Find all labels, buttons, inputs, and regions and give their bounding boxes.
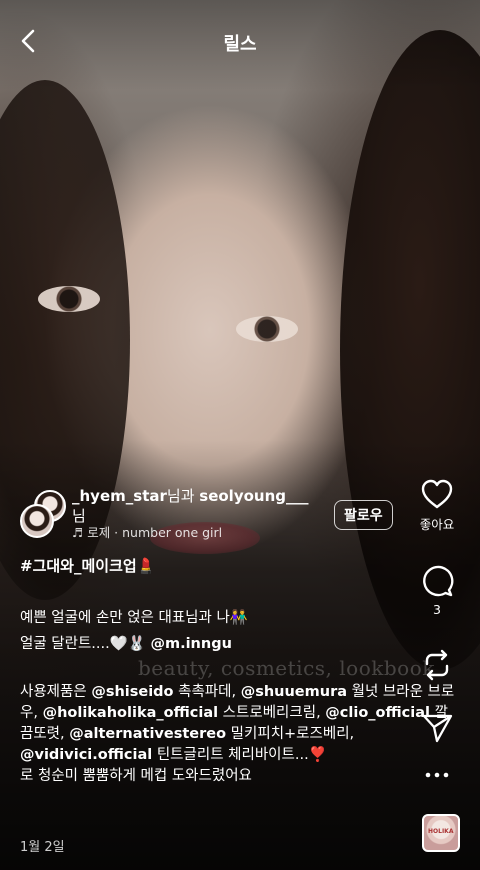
music-title: 로제 · number one girl	[87, 525, 223, 540]
follow-button[interactable]: 팔로우	[334, 500, 393, 530]
author-names: _hyem_star님과 seolyoung___ 님	[72, 486, 322, 526]
music-note-icon: ♬	[72, 525, 84, 540]
caption-products: 사용제품은 @shiseido 촉촉파데, @shuuemura 월넛 브라운 …	[20, 682, 460, 787]
caption-hashtag[interactable]: #그대와_메이크업💄	[20, 556, 460, 577]
top-bar: 릴스	[0, 0, 480, 80]
caption-line-2: 얼굴 달란트....🤍🐰 @m.inngu	[20, 634, 460, 655]
caption-line-1: 예쁜 얼굴에 손만 얹은 대표님과 나👫	[20, 610, 248, 626]
author-connector: 님과	[166, 487, 200, 505]
mention-link[interactable]: @clio_official	[325, 705, 430, 721]
author-username-1[interactable]: _hyem_star	[72, 487, 167, 505]
like-label: 좋아요	[419, 517, 455, 532]
audio-thumbnail[interactable]: HOLIKA	[422, 814, 460, 852]
author-username-2[interactable]: seolyoung___	[199, 487, 308, 505]
mention-link[interactable]: @vidivici.official	[20, 747, 152, 763]
caption-text: 틴트글리트 체리바이트...❣️	[152, 747, 327, 763]
post-date: 1월 2일	[20, 840, 65, 855]
mention-link[interactable]: @shiseido	[91, 684, 173, 700]
like-button[interactable]: 좋아요	[408, 478, 466, 533]
mention-link[interactable]: @m.inngu	[150, 636, 231, 652]
author-block: _hyem_star님과 seolyoung___ 님 ♬ 로제 · number…	[20, 486, 410, 548]
thumbnail-label: HOLIKA	[428, 828, 454, 835]
video-eye-left	[38, 286, 100, 312]
video-eye-right	[236, 316, 298, 342]
page-title: 릴스	[223, 34, 257, 55]
caption-text: 촉촉파데,	[173, 684, 241, 700]
caption-text: 밀키피치+로즈베리,	[226, 726, 355, 742]
caption-last-line: 로 청순미 뿜뿜하게 메컵 도와드렸어요	[20, 768, 252, 784]
caption-line-2-text: 얼굴 달란트....🤍🐰	[20, 636, 151, 652]
avatar-collaborator[interactable]	[20, 504, 54, 538]
music-info[interactable]: ♬ 로제 · number one girl	[72, 522, 222, 541]
reel-viewer[interactable]: beauty, cosmetics, lookbook 릴스 좋아요 3 HOL…	[0, 0, 480, 870]
caption-text: 사용제품은	[20, 684, 92, 700]
mention-link[interactable]: @shuuemura	[241, 684, 347, 700]
heart-icon	[421, 479, 453, 509]
video-watermark: beauty, cosmetics, lookbook	[138, 656, 435, 680]
mention-link[interactable]: @alternativestereo	[69, 726, 226, 742]
mention-link[interactable]: @holikaholika_official	[43, 705, 219, 721]
caption-text: 스트로베리크림,	[218, 705, 326, 721]
